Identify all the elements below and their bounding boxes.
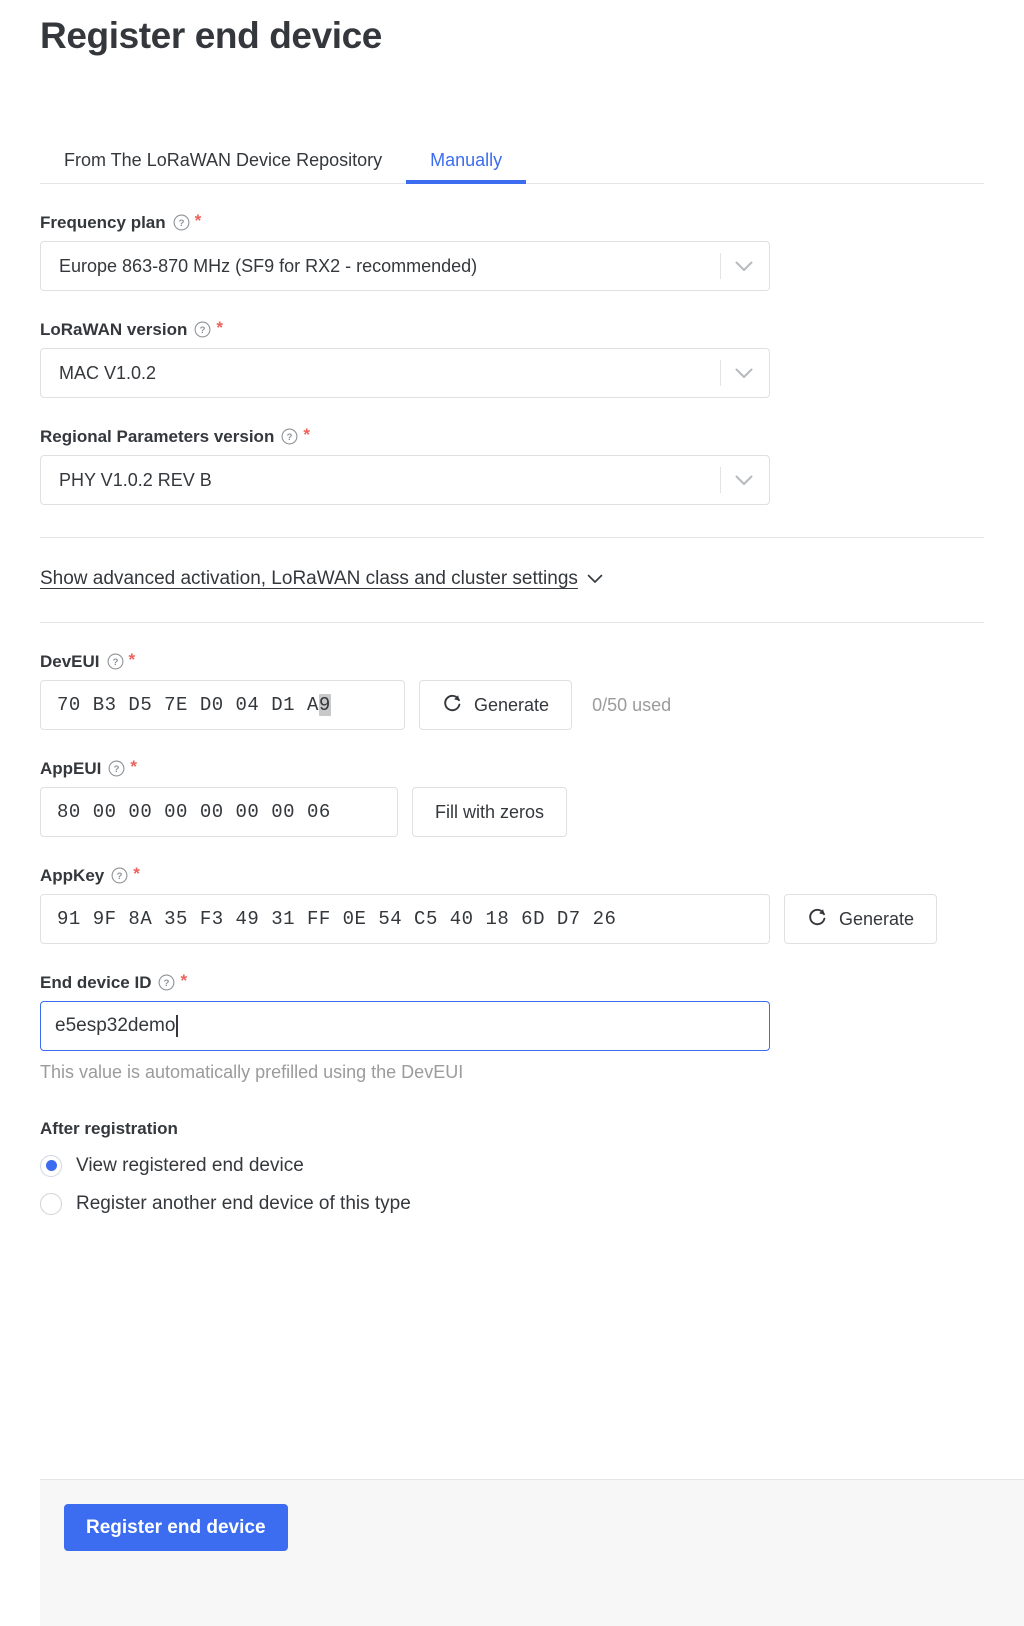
end-device-id-hint: This value is automatically prefilled us… bbox=[40, 1062, 464, 1083]
chevron-down-icon bbox=[735, 261, 753, 272]
divider-above-advanced bbox=[40, 537, 984, 539]
required-asterisk: * bbox=[303, 425, 310, 445]
register-end-device-submit-button[interactable]: Register end device bbox=[64, 1504, 288, 1551]
label-text: Frequency plan bbox=[40, 213, 166, 233]
regional-parameters-version-label: Regional Parameters version ? * bbox=[40, 425, 984, 447]
deveui-value: 70 B3 D5 7E D0 04 D1 A bbox=[57, 694, 319, 717]
tab-from-lorawan-device-repository[interactable]: From The LoRaWAN Device Repository bbox=[40, 151, 406, 183]
appeui-fill-with-zeros-button[interactable]: Fill with zeros bbox=[412, 787, 568, 838]
divider-below-advanced bbox=[40, 622, 984, 624]
frequency-plan-label: Frequency plan ? * bbox=[40, 211, 984, 233]
svg-text:?: ? bbox=[200, 326, 206, 337]
tab-label: Manually bbox=[430, 150, 503, 171]
help-circle-icon[interactable]: ? bbox=[107, 653, 124, 670]
help-circle-icon[interactable]: ? bbox=[281, 428, 298, 445]
required-asterisk: * bbox=[133, 864, 140, 884]
field-frequency-plan: Frequency plan ? * Europe 863-870 MHz (S… bbox=[40, 211, 984, 292]
generate-label: Generate bbox=[839, 908, 915, 929]
appkey-value: 91 9F 8A 35 F3 49 31 FF 0E 54 C5 40 18 6… bbox=[57, 908, 617, 931]
form-footer: Register end device bbox=[40, 1479, 1024, 1626]
required-asterisk: * bbox=[180, 971, 188, 991]
deveui-value-selected: 9 bbox=[318, 694, 331, 717]
field-regional-parameters-version: Regional Parameters version ? * PHY V1.0… bbox=[40, 425, 984, 506]
radio-label: View registered end device bbox=[76, 1154, 304, 1176]
page-title: Register end device bbox=[40, 15, 382, 56]
after-registration-label: After registration bbox=[40, 1118, 178, 1138]
chevron-down-icon bbox=[587, 568, 603, 590]
label-text: Regional Parameters version bbox=[40, 427, 275, 447]
register-end-device-page: Register end device From The LoRaWAN Dev… bbox=[0, 0, 1024, 1215]
select-arrow-wrap bbox=[720, 360, 769, 387]
required-asterisk: * bbox=[130, 757, 138, 777]
svg-text:?: ? bbox=[114, 765, 120, 776]
required-asterisk: * bbox=[216, 318, 223, 338]
deveui-generate-button[interactable]: Generate bbox=[419, 680, 573, 731]
generate-label: Generate bbox=[474, 694, 550, 715]
svg-text:?: ? bbox=[117, 872, 123, 883]
label-text: AppKey bbox=[40, 866, 105, 886]
deveui-label: DevEUI ? * bbox=[40, 650, 984, 672]
radio-view-registered-end-device[interactable]: View registered end device bbox=[40, 1154, 984, 1177]
appeui-input[interactable]: 80 00 00 00 00 00 00 06 bbox=[40, 787, 398, 838]
show-advanced-settings-link[interactable]: Show advanced activation, LoRaWAN class … bbox=[40, 568, 603, 590]
tab-bar: From The LoRaWAN Device Repository Manua… bbox=[40, 136, 984, 185]
radio-register-another-end-device[interactable]: Register another end device of this type bbox=[40, 1192, 984, 1215]
label-text: DevEUI bbox=[40, 652, 100, 672]
refresh-icon bbox=[442, 692, 463, 718]
appkey-row: 91 9F 8A 35 F3 49 31 FF 0E 54 C5 40 18 6… bbox=[40, 894, 984, 945]
field-end-device-id: End device ID ? * e5esp32demo This value… bbox=[40, 971, 984, 1084]
deveui-row: 70 B3 D5 7E D0 04 D1 A9 Generate 0/50 us… bbox=[40, 680, 984, 731]
tab-label: From The LoRaWAN Device Repository bbox=[64, 150, 383, 171]
svg-text:?: ? bbox=[287, 433, 293, 444]
field-lorawan-version: LoRaWAN version ? * MAC V1.0.2 bbox=[40, 318, 984, 399]
label-text: LoRaWAN version bbox=[40, 320, 188, 340]
appkey-input[interactable]: 91 9F 8A 35 F3 49 31 FF 0E 54 C5 40 18 6… bbox=[40, 894, 770, 945]
select-value: PHY V1.0.2 REV B bbox=[59, 469, 212, 490]
appkey-label: AppKey ? * bbox=[40, 864, 984, 886]
text-cursor bbox=[176, 1015, 178, 1038]
advanced-link-label: Show advanced activation, LoRaWAN class … bbox=[40, 568, 578, 590]
lorawan-version-label: LoRaWAN version ? * bbox=[40, 318, 984, 340]
chevron-down-icon bbox=[735, 368, 753, 379]
radio-button-unselected[interactable] bbox=[40, 1192, 62, 1215]
appeui-label: AppEUI ? * bbox=[40, 757, 984, 779]
help-circle-icon[interactable]: ? bbox=[108, 760, 125, 777]
select-arrow-wrap bbox=[720, 253, 769, 280]
regional-parameters-version-select[interactable]: PHY V1.0.2 REV B bbox=[40, 455, 770, 506]
svg-text:?: ? bbox=[164, 979, 170, 990]
appeui-row: 80 00 00 00 00 00 00 06 Fill with zeros bbox=[40, 787, 984, 838]
label-text: AppEUI bbox=[40, 759, 102, 779]
chevron-down-icon bbox=[735, 475, 753, 486]
svg-text:?: ? bbox=[112, 658, 118, 669]
end-device-id-input[interactable]: e5esp32demo bbox=[40, 1001, 770, 1052]
frequency-plan-select[interactable]: Europe 863-870 MHz (SF9 for RX2 - recomm… bbox=[40, 241, 770, 292]
field-deveui: DevEUI ? * 70 B3 D5 7E D0 04 D1 A9 Gener… bbox=[40, 650, 984, 731]
select-arrow-wrap bbox=[720, 467, 769, 494]
lorawan-version-select[interactable]: MAC V1.0.2 bbox=[40, 348, 770, 399]
label-text: End device ID bbox=[40, 973, 152, 993]
radio-label: Register another end device of this type bbox=[76, 1192, 411, 1214]
select-value: MAC V1.0.2 bbox=[59, 362, 157, 383]
svg-text:?: ? bbox=[178, 219, 184, 230]
deveui-input[interactable]: 70 B3 D5 7E D0 04 D1 A9 bbox=[40, 680, 405, 731]
field-appeui: AppEUI ? * 80 00 00 00 00 00 00 06 Fill … bbox=[40, 757, 984, 838]
deveui-used-counter: 0/50 used bbox=[592, 694, 672, 715]
tab-manually[interactable]: Manually bbox=[406, 150, 527, 185]
end-device-id-value: e5esp32demo bbox=[55, 1015, 176, 1037]
help-circle-icon[interactable]: ? bbox=[173, 214, 190, 231]
appkey-generate-button[interactable]: Generate bbox=[784, 894, 938, 945]
appeui-value: 80 00 00 00 00 00 00 06 bbox=[57, 801, 331, 824]
refresh-icon bbox=[807, 906, 828, 932]
help-circle-icon[interactable]: ? bbox=[194, 321, 211, 338]
help-circle-icon[interactable]: ? bbox=[158, 974, 175, 991]
help-circle-icon[interactable]: ? bbox=[111, 867, 128, 884]
fill-with-zeros-label: Fill with zeros bbox=[435, 801, 545, 822]
field-appkey: AppKey ? * 91 9F 8A 35 F3 49 31 FF 0E 54… bbox=[40, 864, 984, 945]
radio-button-selected[interactable] bbox=[40, 1154, 62, 1177]
end-device-id-label: End device ID ? * bbox=[40, 971, 984, 993]
select-value: Europe 863-870 MHz (SF9 for RX2 - recomm… bbox=[59, 255, 478, 276]
required-asterisk: * bbox=[194, 211, 202, 231]
required-asterisk: * bbox=[128, 650, 136, 670]
